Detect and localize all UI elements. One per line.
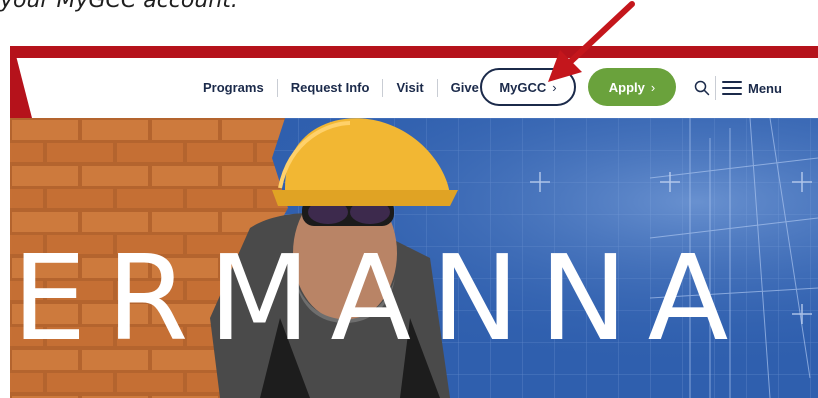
hamburger-menu-icon	[722, 81, 742, 95]
annotation-arrow-icon	[548, 1, 635, 82]
header-accent-stripe	[10, 58, 32, 118]
menu-button[interactable]: Menu	[722, 76, 782, 100]
nav-link-programs[interactable]: Programs	[190, 79, 278, 97]
chevron-right-icon: ›	[650, 79, 656, 95]
hero-banner: ERMANNA	[10, 118, 818, 398]
website-screenshot-frame: Programs Request Info Visit Give MyGCC ›…	[10, 46, 818, 398]
search-icon[interactable]	[694, 80, 710, 96]
menu-label: Menu	[748, 80, 782, 96]
site-header: Programs Request Info Visit Give MyGCC ›…	[10, 58, 818, 118]
nav-divider	[715, 76, 716, 100]
nav-link-visit[interactable]: Visit	[383, 79, 438, 97]
hero-wordmark: ERMANNA	[12, 229, 749, 367]
nav-link-request-info[interactable]: Request Info	[278, 79, 384, 97]
primary-nav: Programs Request Info Visit Give	[190, 58, 493, 118]
instruction-caption: your MyGCC account.	[0, 0, 238, 13]
